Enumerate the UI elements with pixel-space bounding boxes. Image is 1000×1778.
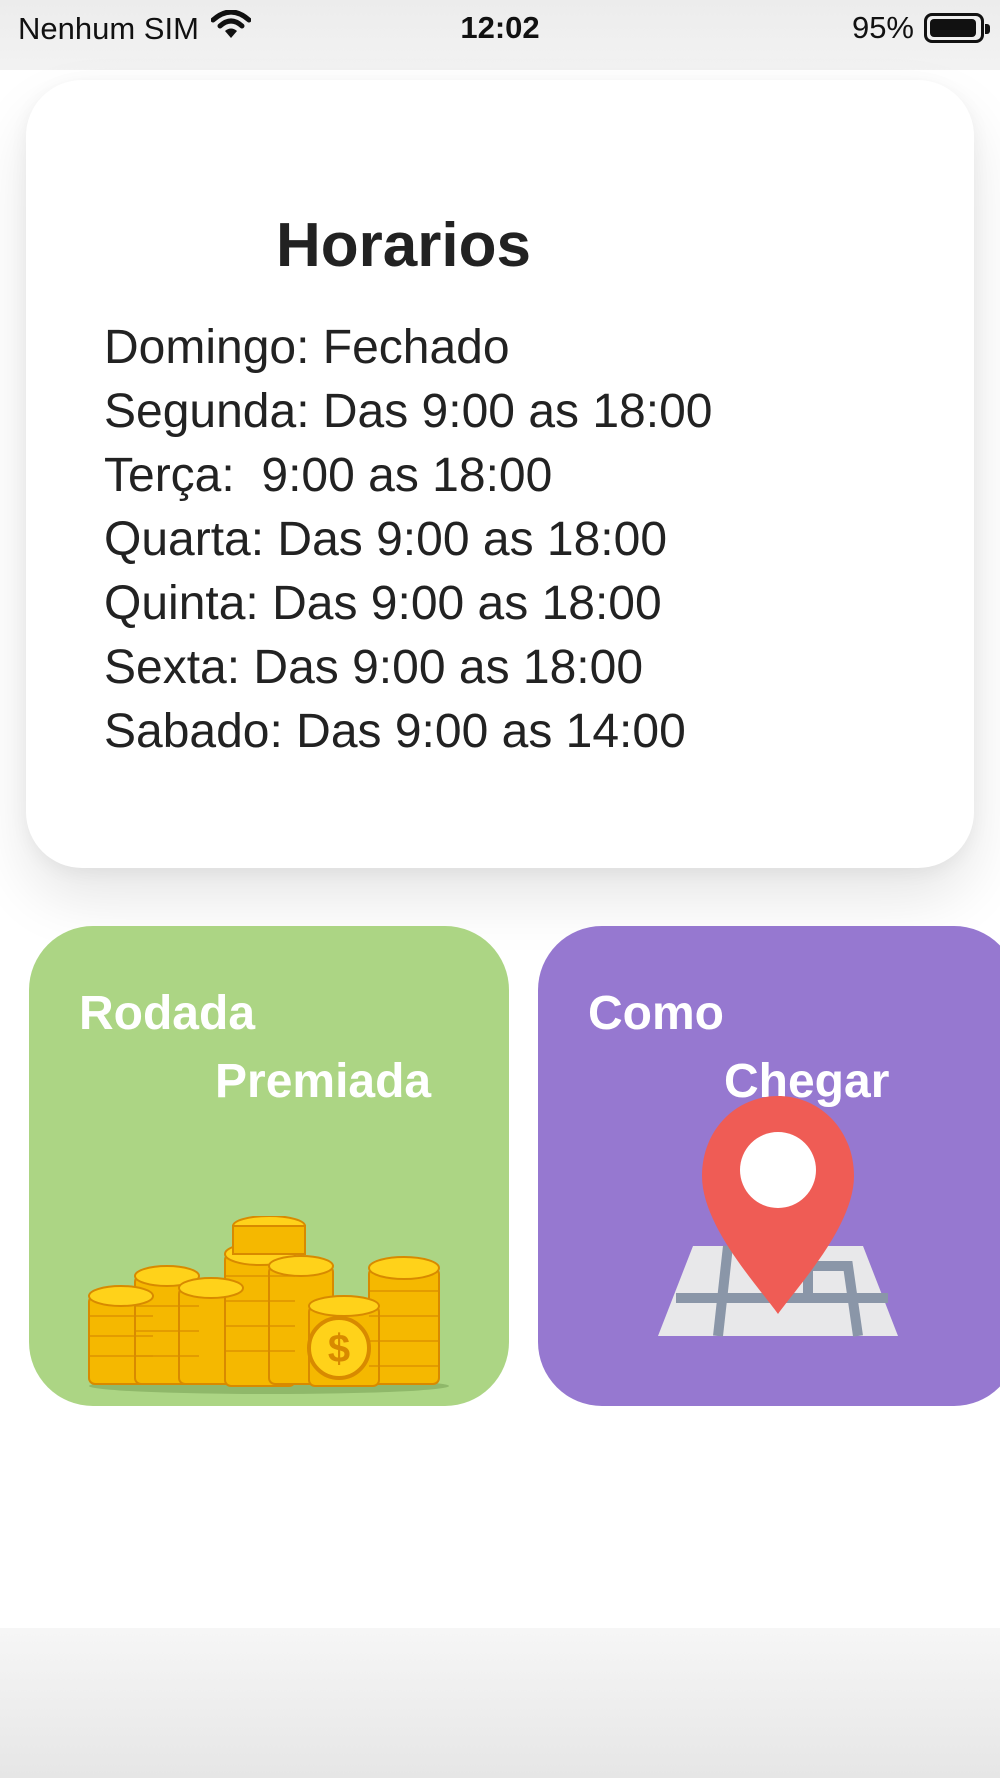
hours-line-friday: Sexta: Das 9:00 as 18:00 — [104, 641, 644, 694]
tile-label-line1: Rodada — [79, 987, 256, 1040]
hours-line-wednesday: Quarta: Das 9:00 as 18:00 — [104, 513, 668, 566]
tile-label-line1: Como — [588, 987, 724, 1040]
rodada-premiada-button[interactable]: Rodada Premiada $ — [29, 926, 509, 1406]
map-pin-icon — [658, 1086, 898, 1361]
hours-line-thursday: Quinta: Das 9:00 as 18:00 — [104, 577, 662, 630]
hours-line-tuesday: Terça: 9:00 as 18:00 — [104, 449, 553, 502]
hours-line-sunday: Domingo: Fechado — [104, 321, 510, 374]
hours-line-monday: Segunda: Das 9:00 as 18:00 — [104, 385, 713, 438]
hours-list: Domingo: Fechado Segunda: Das 9:00 as 18… — [104, 316, 712, 764]
status-bar: Nenhum SIM 12:02 95% — [0, 0, 1000, 56]
hours-line-saturday: Sabado: Das 9:00 as 14:00 — [104, 705, 686, 758]
coins-icon: $ — [79, 1215, 469, 1401]
svg-text:$: $ — [328, 1327, 350, 1371]
hours-card: Horarios Domingo: Fechado Segunda: Das 9… — [26, 80, 974, 868]
hours-title: Horarios — [276, 211, 531, 280]
battery-percent: 95% — [851, 10, 914, 45]
battery-tip — [985, 24, 990, 34]
status-right: 95% — [851, 10, 990, 46]
tile-label-line2: Premiada — [215, 1055, 432, 1108]
content-sheet: Horarios Domingo: Fechado Segunda: Das 9… — [0, 70, 1000, 1628]
como-chegar-button[interactable]: Como Chegar — [538, 926, 1000, 1406]
battery-fill — [930, 19, 976, 37]
battery-icon — [924, 13, 990, 43]
status-time: 12:02 — [460, 10, 540, 45]
